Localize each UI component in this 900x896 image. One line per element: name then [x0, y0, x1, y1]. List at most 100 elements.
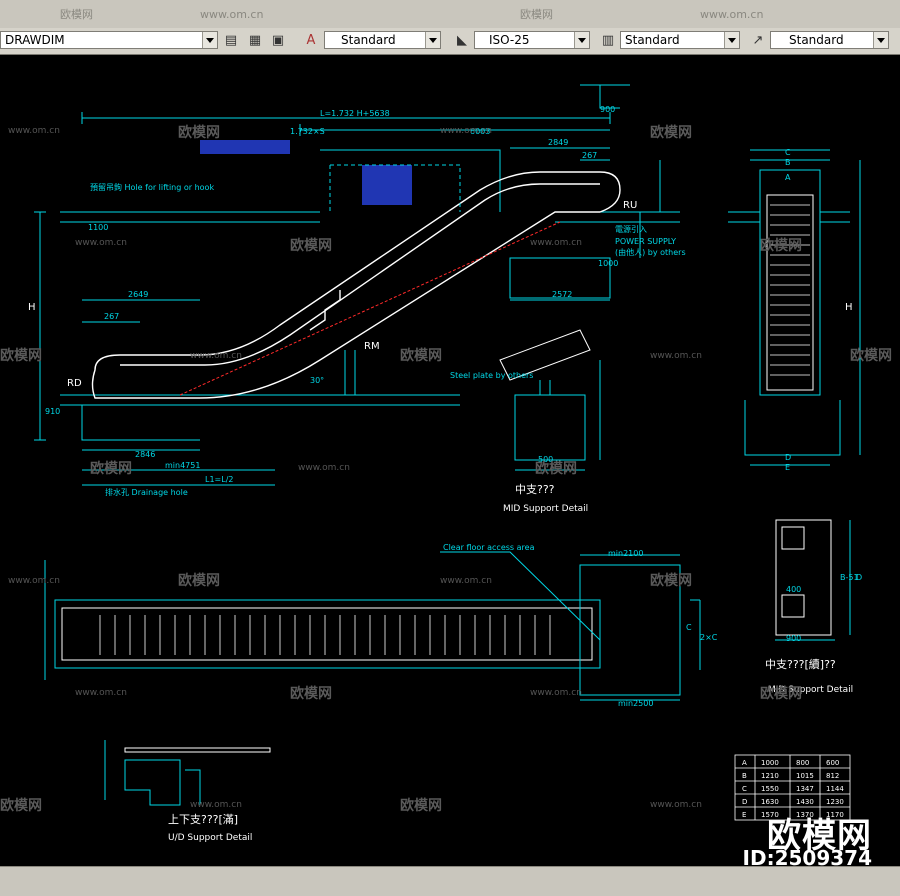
watermark-top-2: 欧模网 — [520, 8, 553, 21]
title-strip: 欧模网 www.om.cn 欧模网 www.om.cn — [0, 0, 900, 29]
dim-2846-text: 2846 — [135, 450, 155, 459]
multileader-style-icon[interactable]: ↗ — [748, 31, 768, 51]
upper-floor-slab-right — [555, 211, 680, 223]
size-table-cell: E — [742, 811, 746, 819]
styles-toolbar: DRAWDIM ▤ ▦ ▣ A Standard ◣ ISO-25 ▥ Stan… — [0, 28, 900, 55]
watermark-site-3: www.om.cn — [530, 238, 582, 248]
dim-267-top-text: 267 — [582, 151, 597, 160]
plan-inner — [766, 194, 814, 391]
size-table-cell: 1550 — [761, 785, 779, 793]
watermark-4: 欧模网 — [760, 237, 802, 254]
chevron-down-icon[interactable] — [873, 32, 888, 48]
label-h: H — [28, 302, 36, 313]
multileader-style-combo[interactable]: Standard — [770, 31, 889, 49]
min2100-text: min2100 — [608, 549, 643, 558]
layer-previous-icon[interactable]: ▦ — [245, 31, 265, 51]
layer-state-icon[interactable]: ▣ — [268, 31, 288, 51]
watermark-site-5: www.om.cn — [190, 351, 242, 361]
chevron-down-icon[interactable] — [202, 32, 217, 48]
plan-steps — [770, 204, 810, 376]
multileader-style-value: Standard — [789, 33, 844, 47]
watermark-site-6: www.om.cn — [650, 351, 702, 361]
bottom-plan-inner — [61, 607, 593, 661]
watermark-1: 欧模网 — [178, 124, 220, 141]
size-table-cell: 812 — [826, 772, 839, 780]
plan-b-text: B — [785, 158, 791, 167]
dim-1732-text: 1.732×S — [290, 127, 325, 136]
watermark-site-2: www.om.cn — [440, 126, 492, 136]
lower-pit — [81, 405, 200, 441]
watermark-5: 欧模网 — [0, 347, 42, 364]
upper-floor-slab-line — [60, 211, 320, 223]
watermark-site-1: www.om.cn — [8, 126, 60, 136]
dim-400-text: 400 — [786, 585, 801, 594]
watermark-site-9: www.om.cn — [440, 576, 492, 586]
escalator-truss — [91, 171, 621, 399]
size-table-cell: 600 — [826, 759, 839, 767]
text-style-icon[interactable]: A — [301, 31, 321, 51]
dim-style-icon[interactable]: ◣ — [452, 31, 472, 51]
plan-c-text: C — [785, 148, 791, 157]
chevron-down-icon[interactable] — [425, 32, 440, 48]
text-style-value: Standard — [341, 33, 396, 47]
dim-b11-text: B-51 — [840, 573, 859, 582]
lower-floor-slab-mid — [275, 394, 460, 406]
label-h-plan: H — [845, 302, 853, 313]
dim-style-combo[interactable]: ISO-25 — [474, 31, 590, 49]
dim-910-text: 910 — [45, 407, 60, 416]
watermark-12: 欧模网 — [290, 685, 332, 702]
layer-stack-icon[interactable]: ▤ — [221, 31, 241, 51]
size-table-cell: B — [742, 772, 747, 780]
drainage-text: 排水孔 Drainage hole — [105, 487, 188, 497]
size-table-cell: 1347 — [796, 785, 814, 793]
power-supply-cn-text: 電源引入 — [615, 225, 647, 234]
hole-lifting-text: 預留吊鉤 Hole for lifting or hook — [90, 182, 214, 192]
size-table-cell: 1430 — [796, 798, 814, 806]
drawing-canvas[interactable]: L=1.732 H+5638 1.732×S 6003 2849 267 900… — [0, 56, 900, 864]
watermark-7: 欧模网 — [850, 347, 892, 364]
plan-pit — [744, 400, 841, 456]
size-table-cell: A — [742, 759, 747, 767]
table-style-value: Standard — [625, 33, 680, 47]
dim-267-text: 267 — [104, 312, 119, 321]
ud-support-plate — [124, 747, 271, 753]
bottom-plan-dim-vert — [690, 599, 701, 670]
plan-a-text: A — [785, 173, 791, 182]
cad-drawing: L=1.732 H+5638 1.732×S 6003 2849 267 900… — [0, 84, 892, 843]
chevron-down-icon[interactable] — [574, 32, 589, 48]
dim-1000-text: 1000 — [598, 259, 618, 268]
watermark-site-11: www.om.cn — [75, 688, 127, 698]
steel-plate-text: Steel plate by others — [450, 371, 533, 380]
plan-e-text: E — [785, 463, 790, 472]
plan-outline — [759, 169, 821, 396]
blue-note-bar — [200, 140, 290, 154]
mid-support2-cn-text: 中支???[續]?? — [765, 657, 836, 671]
chevron-down-icon[interactable] — [724, 32, 739, 48]
table-style-icon[interactable]: ▥ — [598, 31, 618, 51]
plan-floor — [728, 211, 850, 223]
ud-support-base — [124, 759, 181, 806]
mid-support-pin — [539, 380, 551, 396]
watermark-14: 欧模网 — [0, 797, 42, 814]
watermark-13: 欧模网 — [760, 685, 802, 702]
watermark-3: 欧模网 — [290, 237, 332, 254]
lower-floor-slab-line — [60, 394, 275, 406]
table-style-combo[interactable]: Standard — [620, 31, 740, 49]
size-table-cell: 1210 — [761, 772, 779, 780]
watermark-15: 欧模网 — [400, 797, 442, 814]
dim-2649-text: 2649 — [128, 290, 148, 299]
watermark-site-10: www.om.cn — [530, 688, 582, 698]
size-table-cell: 800 — [796, 759, 809, 767]
dim-2849-text: 2849 — [548, 138, 568, 147]
ud-support-text: U/D Support Detail — [168, 833, 252, 843]
bottom-plan-outline — [54, 599, 601, 669]
watermark-site-12: www.om.cn — [190, 800, 242, 810]
watermark-2: 欧模网 — [650, 124, 692, 141]
size-table-cell: 1144 — [826, 785, 844, 793]
height-dim — [34, 211, 46, 441]
mid-support2-box-top — [781, 526, 805, 550]
layer-combo[interactable]: DRAWDIM — [0, 31, 218, 49]
text-style-combo[interactable]: Standard — [324, 31, 441, 49]
dim-900-text: 900 — [600, 105, 615, 114]
power-supply-by-text: (由他人) by others — [615, 247, 686, 257]
